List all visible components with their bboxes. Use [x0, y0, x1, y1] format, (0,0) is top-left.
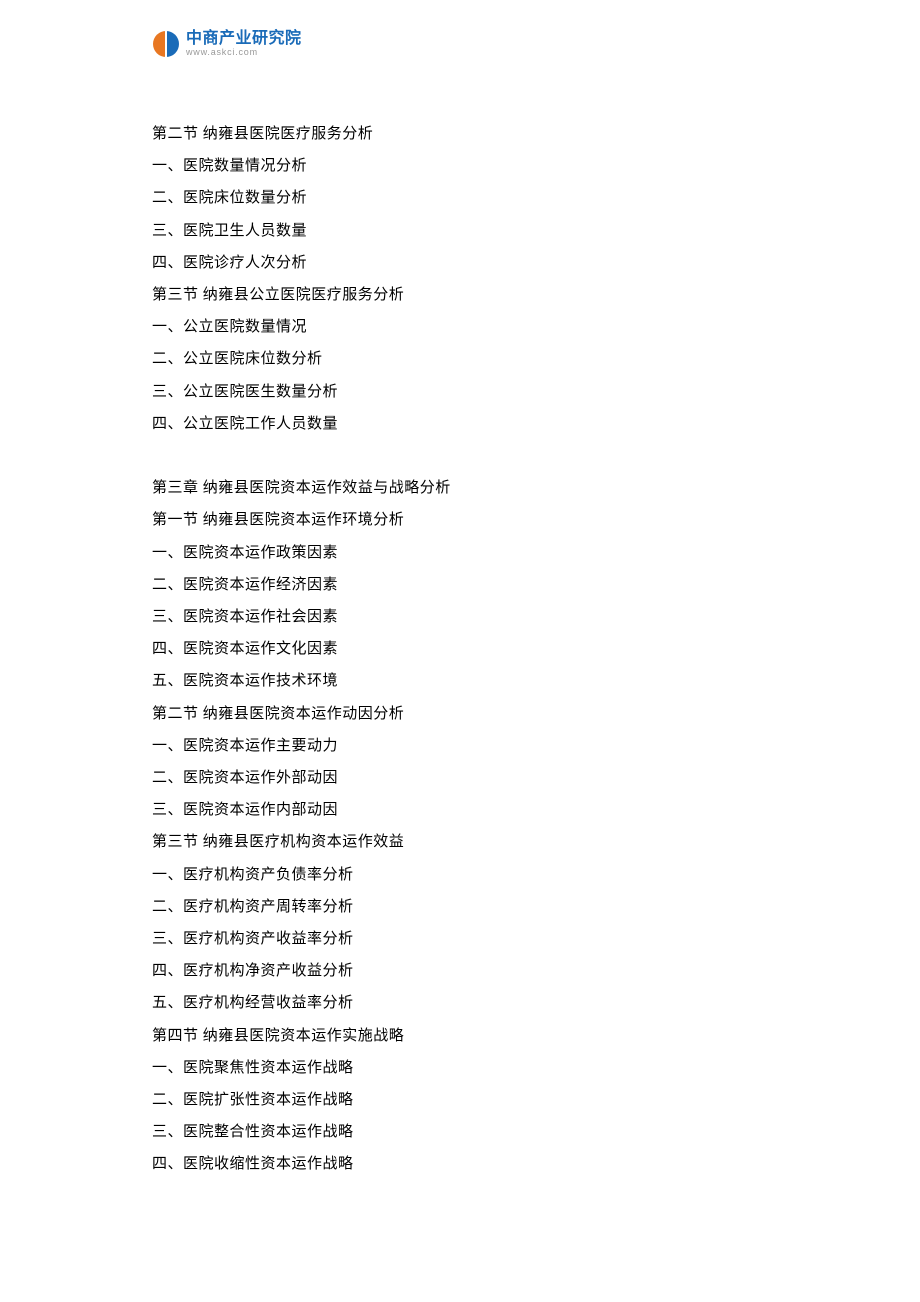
toc-line: 一、医疗机构资产负债率分析 — [152, 859, 772, 891]
toc-line: 三、医院整合性资本运作战略 — [152, 1116, 772, 1148]
toc-line: 四、公立医院工作人员数量 — [152, 408, 772, 440]
toc-line: 四、医院收缩性资本运作战略 — [152, 1148, 772, 1180]
toc-line: 三、医院卫生人员数量 — [152, 215, 772, 247]
logo-title: 中商产业研究院 — [186, 31, 302, 47]
logo-text: 中商产业研究院 www.askci.com — [186, 31, 302, 57]
toc-line: 一、医院资本运作主要动力 — [152, 730, 772, 762]
toc-line: 三、公立医院医生数量分析 — [152, 376, 772, 408]
toc-line: 二、医院床位数量分析 — [152, 182, 772, 214]
toc-line: 二、医院资本运作外部动因 — [152, 762, 772, 794]
toc-line: 第三节 纳雍县医疗机构资本运作效益 — [152, 826, 772, 858]
toc-line: 一、公立医院数量情况 — [152, 311, 772, 343]
toc-line: 第二节 纳雍县医院医疗服务分析 — [152, 118, 772, 150]
logo: 中商产业研究院 www.askci.com — [150, 28, 302, 60]
toc-line: 三、医院资本运作社会因素 — [152, 601, 772, 633]
toc-line: 第一节 纳雍县医院资本运作环境分析 — [152, 504, 772, 536]
document-content: 第二节 纳雍县医院医疗服务分析 一、医院数量情况分析 二、医院床位数量分析 三、… — [152, 118, 772, 1181]
blank-line — [152, 440, 772, 472]
toc-line: 四、医院资本运作文化因素 — [152, 633, 772, 665]
toc-line: 二、医院资本运作经济因素 — [152, 569, 772, 601]
toc-line: 三、医院资本运作内部动因 — [152, 794, 772, 826]
logo-icon — [150, 28, 182, 60]
toc-line: 第四节 纳雍县医院资本运作实施战略 — [152, 1020, 772, 1052]
toc-line: 一、医院数量情况分析 — [152, 150, 772, 182]
toc-line: 二、医疗机构资产周转率分析 — [152, 891, 772, 923]
toc-line: 四、医院诊疗人次分析 — [152, 247, 772, 279]
toc-line: 第三节 纳雍县公立医院医疗服务分析 — [152, 279, 772, 311]
toc-line: 五、医院资本运作技术环境 — [152, 665, 772, 697]
toc-line: 三、医疗机构资产收益率分析 — [152, 923, 772, 955]
toc-line: 一、医院聚焦性资本运作战略 — [152, 1052, 772, 1084]
logo-subtitle: www.askci.com — [186, 48, 302, 57]
toc-line: 一、医院资本运作政策因素 — [152, 537, 772, 569]
toc-line: 二、公立医院床位数分析 — [152, 343, 772, 375]
toc-line: 四、医疗机构净资产收益分析 — [152, 955, 772, 987]
toc-line: 第二节 纳雍县医院资本运作动因分析 — [152, 698, 772, 730]
toc-line: 五、医疗机构经营收益率分析 — [152, 987, 772, 1019]
toc-line: 二、医院扩张性资本运作战略 — [152, 1084, 772, 1116]
toc-line: 第三章 纳雍县医院资本运作效益与战略分析 — [152, 472, 772, 504]
